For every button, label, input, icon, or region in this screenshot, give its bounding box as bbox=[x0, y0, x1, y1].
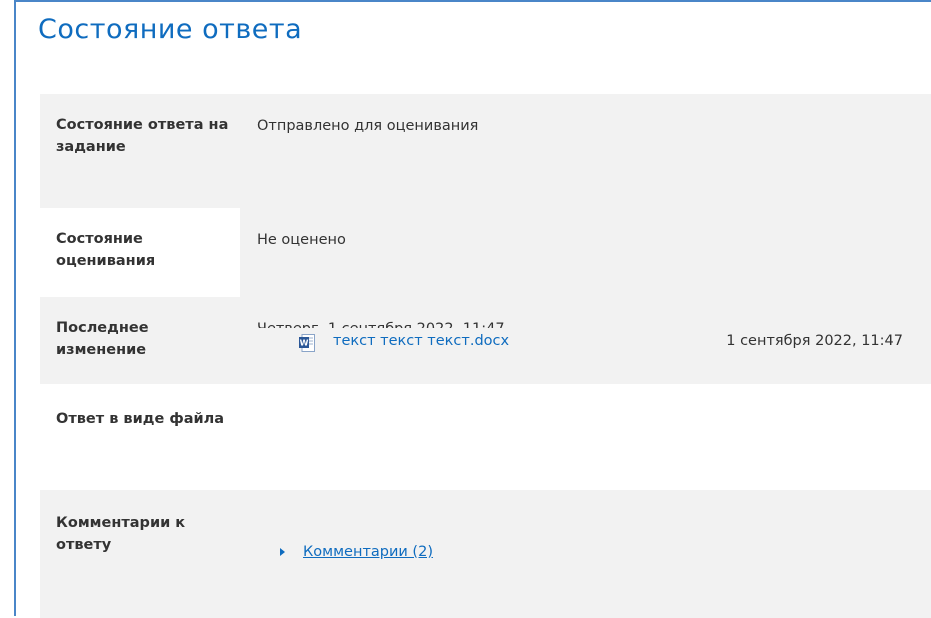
row-value: Не оценено bbox=[240, 208, 931, 297]
row-label: Состояние ответа на задание bbox=[56, 117, 229, 155]
comments-toggle[interactable]: Комментарии (2) bbox=[280, 544, 433, 560]
table-row-submission-comments: Комментарии к ответу bbox=[40, 490, 931, 618]
row-label: Комментарии к ответу bbox=[56, 515, 186, 553]
file-link[interactable]: текст текст текст.docx bbox=[333, 333, 509, 349]
submission-status-panel: Состояние ответа Состояние ответа на зад… bbox=[14, 0, 931, 618]
table-row-file-submission: Ответ в виде файла bbox=[40, 384, 931, 490]
row-value: Отправлено для оценивания bbox=[257, 118, 479, 134]
page-title: Состояние ответа bbox=[38, 14, 303, 45]
word-document-icon: W bbox=[299, 334, 315, 352]
table-row-grading-status: Состояние оценивания Не оценено bbox=[40, 208, 931, 297]
table-row-submission-status: Состояние ответа на задание Отправлено д… bbox=[40, 94, 931, 208]
row-label: Ответ в виде файла bbox=[56, 411, 225, 427]
comments-link[interactable]: Комментарии (2) bbox=[303, 544, 433, 560]
row-label: Последнее изменение bbox=[56, 320, 149, 358]
file-date: 1 сентября 2022, 11:47 bbox=[726, 333, 903, 349]
triangle-right-icon bbox=[280, 548, 285, 556]
row-label: Состояние оценивания bbox=[40, 208, 240, 297]
file-list-item: W текст текст текст.docx 1 сентября 2022… bbox=[258, 328, 907, 358]
row-value bbox=[240, 384, 931, 490]
svg-text:W: W bbox=[300, 339, 309, 348]
